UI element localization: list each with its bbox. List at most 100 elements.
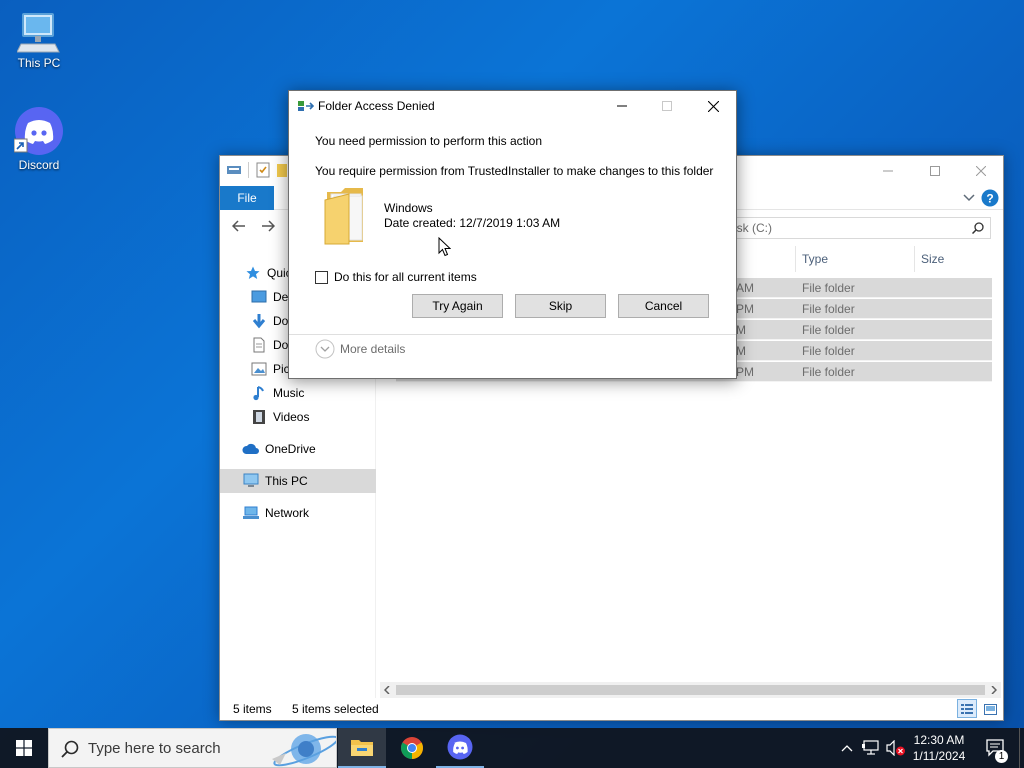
column-header-size[interactable]: Size <box>914 246 994 272</box>
mouse-cursor-icon <box>438 237 451 257</box>
desktop-folder-icon <box>250 289 268 305</box>
clock-date: 1/11/2024 <box>912 749 966 763</box>
close-button[interactable] <box>958 156 1004 186</box>
taskbar-search-box[interactable]: Type here to search <box>48 728 337 768</box>
taskbar-chrome-button[interactable] <box>388 728 436 768</box>
skip-button[interactable]: Skip <box>515 294 606 318</box>
try-again-button[interactable]: Try Again <box>412 294 503 318</box>
dialog-maximize-button <box>644 91 690 121</box>
desktop-icon-this-pc[interactable]: This PC <box>1 10 77 70</box>
network-wired-icon <box>862 740 879 755</box>
sidebar-item-label: Music <box>273 386 305 400</box>
desktop-icon-label: Discord <box>18 158 60 172</box>
pictures-icon <box>250 361 268 377</box>
more-details-label: More details <box>340 342 406 356</box>
network-tray-button[interactable] <box>860 728 882 768</box>
horizontal-scrollbar[interactable] <box>380 682 1001 698</box>
minimize-button[interactable] <box>865 156 911 186</box>
show-hidden-icons-button[interactable] <box>837 728 857 768</box>
apply-to-all-checkbox[interactable]: Do this for all current items <box>315 270 477 284</box>
row-modified-time: AM <box>736 281 754 295</box>
large-icons-view-icon <box>983 703 997 715</box>
chrome-icon <box>401 737 423 759</box>
computer-icon <box>242 473 260 489</box>
close-icon <box>707 100 719 112</box>
download-arrow-icon <box>250 313 268 329</box>
search-icon <box>972 222 984 234</box>
row-modified-time: M <box>736 323 746 337</box>
row-modified-time: PM <box>736 302 754 316</box>
folder-icon <box>324 188 363 245</box>
show-desktop-button[interactable] <box>1019 728 1024 768</box>
large-icons-view-button[interactable] <box>981 701 999 717</box>
action-center-button[interactable]: 1 <box>978 728 1012 768</box>
forward-arrow-icon[interactable] <box>261 220 275 232</box>
desktop-icon-discord[interactable]: Discord <box>1 106 77 172</box>
checklist-icon[interactable] <box>255 162 271 178</box>
dialog-heading: You need permission to perform this acti… <box>315 134 543 148</box>
folder-small-icon[interactable] <box>277 162 287 178</box>
details-view-button[interactable] <box>957 699 977 718</box>
row-type: File folder <box>802 365 855 379</box>
row-modified-time: M <box>736 344 746 358</box>
taskbar-discord-button[interactable] <box>436 728 484 768</box>
help-icon[interactable]: ? <box>981 189 999 207</box>
sidebar-item-this-pc[interactable]: This PC <box>220 469 376 493</box>
details-view-icon <box>961 703 973 714</box>
notification-count-badge: 1 <box>995 750 1008 763</box>
cancel-button[interactable]: Cancel <box>618 294 709 318</box>
discord-icon <box>14 107 63 155</box>
folder-date-created: Date created: 12/7/2019 1:03 AM <box>384 216 561 230</box>
sidebar-item-music[interactable]: Music <box>220 381 376 405</box>
row-type: File folder <box>802 344 855 358</box>
folder-access-denied-dialog: Folder Access Denied You need permission… <box>288 90 737 379</box>
clock[interactable]: 12:30 AM 1/11/2024 <box>908 728 970 768</box>
tab-file[interactable]: File <box>220 186 274 210</box>
sidebar-item-network[interactable]: Network <box>220 501 376 525</box>
dialog-close-button[interactable] <box>690 91 736 121</box>
file-explorer-icon <box>351 740 373 756</box>
start-button[interactable] <box>0 728 48 768</box>
sidebar-item-videos[interactable]: Videos <box>220 405 376 429</box>
properties-icon[interactable] <box>226 162 242 178</box>
item-count: 5 items <box>233 702 272 716</box>
minimize-icon <box>883 170 893 172</box>
sidebar-item-label: Videos <box>273 410 310 424</box>
search-highlight-image <box>272 734 336 767</box>
column-header-label: Type <box>802 252 829 266</box>
volume-muted-icon <box>886 740 905 756</box>
scrollbar-thumb[interactable] <box>396 685 985 695</box>
windows-logo-icon <box>16 740 32 756</box>
back-arrow-icon[interactable] <box>232 220 246 232</box>
row-modified-time: PM <box>736 365 754 379</box>
checkbox-box[interactable] <box>315 270 328 284</box>
minimize-icon <box>617 105 627 107</box>
sidebar-item-onedrive[interactable]: OneDrive <box>220 437 376 461</box>
dialog-message: You require permission from TrustedInsta… <box>315 164 714 178</box>
monitor-icon <box>17 13 60 53</box>
checkbox-label: Do this for all current items <box>334 270 477 284</box>
column-header-type[interactable]: Type <box>795 246 913 272</box>
taskbar-file-explorer-button[interactable] <box>338 728 386 768</box>
discord-icon <box>447 734 473 760</box>
desktop-icon-label: This PC <box>17 56 61 70</box>
chevron-up-icon <box>841 745 853 752</box>
sidebar-item-label: OneDrive <box>265 442 316 456</box>
more-details-toggle[interactable]: More details <box>315 339 405 359</box>
star-icon <box>244 265 262 281</box>
status-bar: 5 items 5 items selected <box>220 698 1003 720</box>
dialog-title: Folder Access Denied <box>318 99 435 113</box>
dialog-app-icon <box>298 101 314 111</box>
search-placeholder: Type here to search <box>88 740 221 757</box>
svg-text:?: ? <box>986 192 993 206</box>
maximize-button[interactable] <box>912 156 958 186</box>
column-header-label: Size <box>921 252 945 266</box>
row-type: File folder <box>802 323 855 337</box>
search-box[interactable]: isk (C:) <box>729 217 991 239</box>
selected-count: 5 items selected <box>292 702 379 716</box>
scroll-left-arrow-icon[interactable] <box>384 686 390 694</box>
chevron-down-icon[interactable] <box>963 194 975 202</box>
scroll-right-arrow-icon[interactable] <box>991 686 997 694</box>
volume-tray-button[interactable] <box>884 728 908 768</box>
dialog-minimize-button[interactable] <box>599 91 645 121</box>
